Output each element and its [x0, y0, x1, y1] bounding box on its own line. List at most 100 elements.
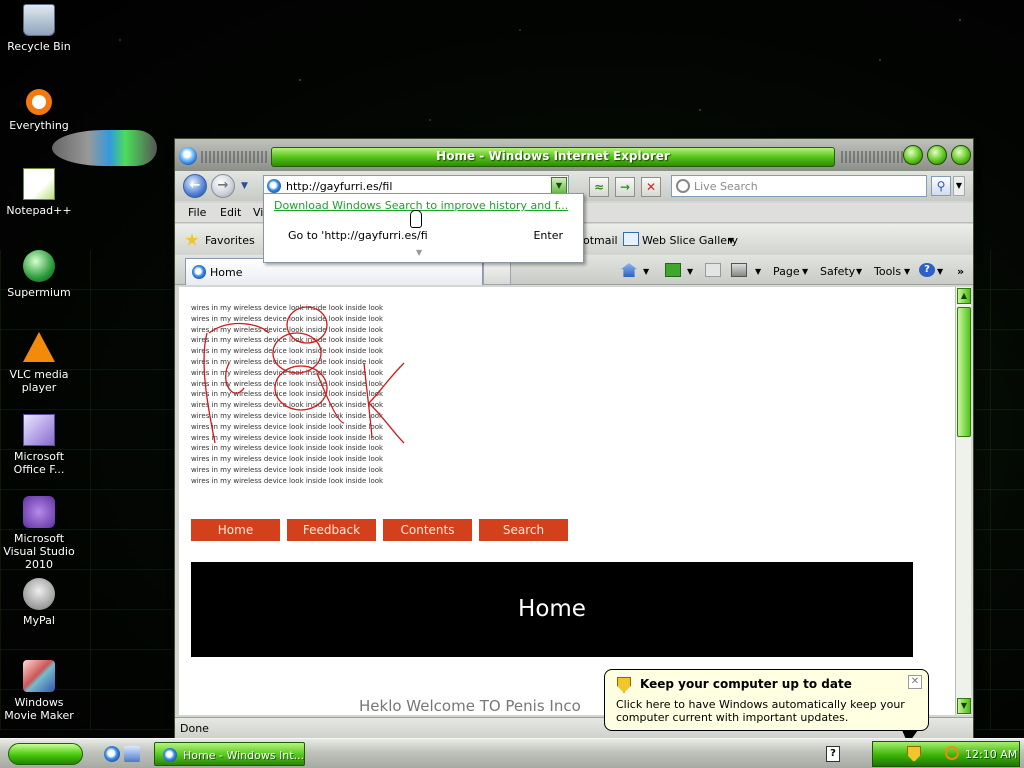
toolbar-overflow-chevron-icon[interactable]: »	[957, 265, 964, 278]
web-slice-dropdown-icon[interactable]: ▼	[728, 236, 734, 245]
desktop-icon-visual-studio[interactable]: Microsoft Visual Studio 2010	[0, 496, 78, 571]
page-content: wires in my wireless device look inside …	[179, 287, 955, 715]
desktop-icon-recycle-bin[interactable]: Recycle Bin	[0, 4, 78, 53]
quicklaunch-show-desktop-icon[interactable]	[124, 746, 140, 762]
mypal-browser-icon	[23, 578, 55, 610]
page-menu-dropdown-icon[interactable]: ▼	[802, 267, 808, 276]
menu-view[interactable]: Vi	[253, 206, 263, 219]
welcome-text: Heklo Welcome TO Penis Inco	[359, 697, 581, 715]
nav-button-search[interactable]: Search	[479, 519, 568, 541]
quicklaunch-ie-icon[interactable]	[104, 746, 120, 762]
help-dropdown-icon[interactable]: ▼	[937, 267, 943, 276]
start-button[interactable]	[8, 743, 83, 765]
search-options-dropdown[interactable]: ▼	[953, 176, 965, 196]
clock[interactable]: 12:10 AM	[965, 748, 1017, 761]
fish-wallpaper-graphic	[52, 130, 157, 166]
desktop-icon-label: Everything	[9, 119, 69, 132]
red-scribble-drawing	[203, 306, 405, 444]
feeds-icon[interactable]	[665, 263, 681, 277]
desktop-icon-label: MyPal	[23, 614, 55, 627]
address-input[interactable]: http://gayfurri.es/fil	[286, 180, 392, 193]
read-mail-icon[interactable]	[705, 263, 721, 277]
menu-edit[interactable]: Edit	[220, 206, 241, 219]
desktop-icon-vlc[interactable]: VLC media player	[0, 332, 78, 394]
movie-maker-icon	[23, 660, 55, 692]
vertical-scrollbar[interactable]: ▲ ▼	[955, 287, 971, 715]
minimize-button[interactable]	[903, 145, 923, 165]
update-notification-balloon[interactable]: Keep your computer up to date Click here…	[604, 669, 929, 731]
download-windows-search-link[interactable]: Download Windows Search to improve histo…	[274, 199, 568, 212]
desktop-icon-office[interactable]: Microsoft Office F...	[0, 414, 78, 476]
hero-title: Home	[518, 596, 586, 622]
desktop-icon-label: Microsoft Visual Studio 2010	[3, 532, 75, 571]
print-dropdown-icon[interactable]: ▼	[755, 267, 761, 276]
search-placeholder: Live Search	[694, 180, 758, 193]
system-tray: 12:10 AM	[872, 741, 1020, 767]
security-shield-icon[interactable]	[907, 746, 921, 762]
web-slice-icon	[623, 232, 639, 246]
tools-menu[interactable]: Tools	[874, 265, 901, 278]
nav-button-home[interactable]: Home	[191, 519, 280, 541]
print-icon[interactable]	[731, 263, 747, 277]
desktop-icon-mypal[interactable]: MyPal	[0, 578, 78, 627]
feeds-dropdown-icon[interactable]: ▼	[687, 267, 693, 276]
expand-chevron-icon[interactable]: ▼	[416, 248, 422, 257]
help-icon[interactable]: ?	[919, 263, 935, 277]
home-dropdown-icon[interactable]: ▼	[643, 267, 649, 276]
desktop-icon-notepad-plus-plus[interactable]: Notepad++	[0, 168, 78, 217]
nav-button-contents[interactable]: Contents	[383, 519, 472, 541]
go-to-suggestion[interactable]: Go to 'http://gayfurri.es/fi	[288, 229, 428, 242]
tab-label: Home	[210, 266, 243, 279]
nav-button-feedback[interactable]: Feedback	[287, 519, 376, 541]
new-tab-button[interactable]	[483, 262, 511, 285]
close-button[interactable]	[951, 145, 971, 165]
menu-file[interactable]: File	[188, 206, 206, 219]
fav-link-web-slice-gallery[interactable]: Web Slice Gallery	[642, 234, 738, 247]
taskbar-button-label: Home - Windows Int...	[183, 749, 305, 762]
ie-logo-icon	[179, 147, 197, 165]
scroll-up-icon[interactable]: ▲	[957, 288, 971, 304]
vlc-cone-icon	[23, 332, 55, 362]
desktop-icon-everything[interactable]: Everything	[0, 86, 78, 132]
titlebar-grip	[201, 151, 269, 163]
page-icon	[163, 748, 177, 762]
balloon-close-icon[interactable]: ✕	[908, 675, 922, 689]
taskbar: Home - Windows Int... ? 12:10 AM	[0, 738, 1024, 768]
forward-button[interactable]: →	[211, 174, 235, 198]
desktop-icon-label: VLC media player	[9, 368, 69, 394]
search-go-button[interactable]: ⚲	[931, 176, 951, 196]
compatibility-icon[interactable]: ≈	[589, 177, 609, 197]
maximize-button[interactable]	[927, 145, 947, 165]
desktop-icon-movie-maker[interactable]: Windows Movie Maker	[0, 660, 78, 722]
search-icon	[676, 179, 690, 193]
page-menu[interactable]: Page	[773, 265, 800, 278]
search-tray-icon[interactable]	[945, 746, 959, 760]
visual-studio-icon	[23, 496, 55, 528]
security-shield-icon	[617, 677, 631, 693]
back-button[interactable]: ←	[183, 174, 207, 198]
go-button[interactable]: →	[615, 177, 635, 197]
tools-menu-dropdown-icon[interactable]: ▼	[904, 267, 910, 276]
supermium-browser-icon	[23, 250, 55, 282]
status-text: Done	[180, 722, 209, 735]
safety-menu[interactable]: Safety	[820, 265, 855, 278]
scroll-down-icon[interactable]: ▼	[957, 698, 971, 714]
everything-search-icon	[26, 89, 52, 115]
favorites-button[interactable]: Favorites	[205, 234, 255, 247]
fav-link-hotmail[interactable]: otmail	[583, 234, 618, 247]
titlebar-grip	[841, 151, 909, 163]
home-icon[interactable]	[621, 263, 637, 277]
history-dropdown-icon[interactable]: ▼	[241, 181, 248, 191]
taskbar-button-ie[interactable]: Home - Windows Int...	[154, 742, 305, 766]
scroll-thumb[interactable]	[957, 307, 971, 437]
help-tray-icon[interactable]: ?	[826, 746, 840, 762]
live-search-box[interactable]: Live Search	[671, 175, 927, 197]
balloon-title: Keep your computer up to date	[640, 677, 852, 691]
desktop-icon-supermium[interactable]: Supermium	[0, 250, 78, 299]
hand-cursor-icon	[410, 210, 422, 228]
safety-menu-dropdown-icon[interactable]: ▼	[856, 267, 862, 276]
stop-button[interactable]: ✕	[641, 177, 661, 197]
window-titlebar[interactable]: Home - Windows Internet Explorer	[175, 139, 973, 171]
window-title: Home - Windows Internet Explorer	[436, 149, 670, 163]
hero-banner: Home	[191, 562, 913, 657]
